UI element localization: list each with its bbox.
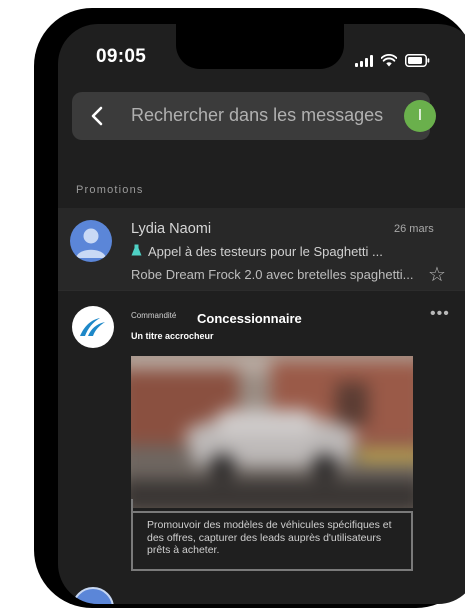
sender-avatar <box>70 220 112 262</box>
star-icon[interactable]: ☆ <box>428 262 446 287</box>
section-label: Promotions <box>76 184 144 196</box>
ad-image[interactable] <box>131 356 413 508</box>
more-options-icon[interactable]: ••• <box>430 305 450 323</box>
ad-headline: Un titre accrocheur <box>131 331 214 341</box>
list-item[interactable]: Lydia Naomi 26 mars Appel à des testeurs… <box>58 208 465 290</box>
status-time: 09:05 <box>96 46 147 67</box>
screen: 09:05 Rechercher dans les messages I Pro… <box>58 24 465 604</box>
signal-icon <box>355 55 373 67</box>
blurred-car-photo <box>131 356 413 508</box>
flask-icon <box>131 244 142 259</box>
notch <box>176 24 344 69</box>
wifi-icon <box>381 54 397 67</box>
status-bar: 09:05 <box>58 24 465 76</box>
next-sender-avatar <box>72 587 114 604</box>
message-subject: Appel à des testeurs pour le Spaghetti .… <box>131 244 383 259</box>
message-snippet: Robe Dream Frock 2.0 avec bretelles spag… <box>131 267 414 282</box>
search-bar[interactable]: Rechercher dans les messages I <box>72 92 436 140</box>
account-avatar[interactable]: I <box>404 100 436 132</box>
subject-text: Appel à des testeurs pour le Spaghetti .… <box>148 244 383 259</box>
divider <box>58 290 465 291</box>
search-input[interactable]: Rechercher dans les messages <box>131 105 383 126</box>
back-arrow-icon[interactable] <box>86 104 110 128</box>
advertiser-name: Concessionnaire <box>197 311 302 326</box>
ad-description: Promouvoir des modèles de véhicules spéc… <box>131 511 413 571</box>
status-icons <box>355 51 430 67</box>
advertiser-logo <box>72 306 114 348</box>
sponsored-label: Commandité <box>131 311 177 320</box>
message-date: 26 mars <box>394 223 434 235</box>
sender-name: Lydia Naomi <box>131 221 212 237</box>
battery-icon <box>405 54 430 67</box>
